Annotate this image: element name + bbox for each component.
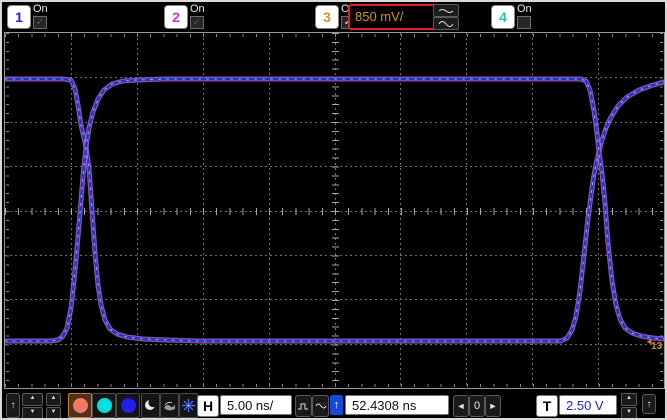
red-color-button[interactable] — [68, 393, 92, 418]
vertical-spinner-small: ▲ ▼ — [46, 393, 61, 418]
delay-decrement-button[interactable]: ◄ — [453, 395, 469, 417]
channel-1-on-label: On — [33, 3, 48, 15]
scale-increase-button[interactable] — [433, 17, 459, 30]
spin-up-button[interactable]: ▲ — [22, 393, 43, 406]
moon-icon — [145, 399, 157, 410]
trigger-level-spinner: ▲ ▼ — [621, 393, 637, 418]
sine-waveform-button[interactable] — [312, 395, 329, 417]
trigger-menu-button[interactable]: T — [536, 395, 558, 417]
channel-2-on-label: On — [190, 3, 205, 15]
cyan-circle-icon — [96, 398, 112, 413]
backlight-button[interactable] — [179, 393, 198, 418]
trace-low-to-high — [5, 76, 664, 344]
bottom-left-arrow-button[interactable]: ↑ — [6, 393, 20, 418]
vertical-spinner-large: ▲ ▼ — [22, 393, 43, 418]
delay-increment-button[interactable]: ► — [485, 395, 501, 417]
trigger-slope-button[interactable]: ↑ — [642, 394, 656, 414]
delay-zero-button[interactable]: 0 — [469, 395, 485, 417]
spin-down-button-2[interactable]: ▼ — [46, 407, 61, 418]
waveform-display: ◄ 13 — [4, 32, 665, 389]
channel-1-checkbox[interactable]: ✓ — [33, 16, 47, 29]
trigger-level-up-button[interactable]: ▲ — [621, 393, 637, 406]
sine-icon — [315, 403, 326, 409]
time-reference-marker: ↑ — [330, 395, 343, 415]
trace-low-to-high — [5, 78, 664, 342]
pulse-icon — [298, 403, 308, 409]
channel-4-on-label: On — [517, 3, 532, 15]
trace-high-to-low — [5, 78, 664, 342]
channel-2-badge[interactable]: 2 — [164, 5, 188, 29]
trace-low-to-high — [5, 77, 664, 343]
display-mode-button[interactable] — [141, 393, 160, 418]
channel-3-scale-field[interactable]: 850 mV/ — [348, 4, 439, 30]
delay-field[interactable]: 52.4308 ns — [345, 395, 449, 415]
trace-high-to-low — [5, 76, 664, 344]
channel-2-checkbox[interactable]: ✓ — [190, 16, 204, 29]
gray-waves-icon — [164, 401, 175, 410]
horizontal-menu-button[interactable]: H — [197, 395, 219, 417]
color-grade-button[interactable] — [160, 393, 179, 418]
red-circle-icon — [72, 398, 88, 413]
blue-color-button[interactable] — [116, 393, 140, 418]
zoom-waveform-button[interactable] — [295, 395, 312, 417]
trigger-level-down-button[interactable]: ▼ — [621, 407, 637, 418]
spin-up-button-2[interactable]: ▲ — [46, 393, 61, 406]
marker-label: 13 — [651, 341, 663, 352]
channel-toolbar: 1 On ✓ 2 On ✓ 3 On ✓ 850 mV/ 4 On ✓ — [2, 2, 665, 31]
trace-high-to-low — [5, 77, 664, 343]
spin-down-button[interactable]: ▼ — [22, 407, 43, 418]
waveform-traces — [5, 76, 664, 344]
oscilloscope-screen: 1 On ✓ 2 On ✓ 3 On ✓ 850 mV/ 4 On ✓ — [0, 0, 667, 420]
large-sine-icon — [438, 20, 454, 27]
channel-4-badge[interactable]: 4 — [491, 5, 515, 29]
control-toolbar: ↑ ▲ ▼ ▲ ▼ H 5.00 ns/ ↑ 52.4308 ns ◄ 0 ► … — [4, 391, 663, 418]
channel-3-badge[interactable]: 3 — [315, 5, 339, 29]
small-sine-icon — [438, 8, 454, 13]
trigger-level-field[interactable]: 2.50 V — [559, 395, 617, 415]
blue-circle-icon — [120, 398, 136, 413]
scale-decrease-button[interactable] — [433, 4, 459, 17]
cyan-color-button[interactable] — [92, 393, 116, 418]
time-per-div-field[interactable]: 5.00 ns/ — [220, 395, 292, 415]
channel-1-badge[interactable]: 1 — [7, 5, 31, 29]
brightness-icon — [182, 399, 195, 412]
trigger-marker-13[interactable]: ◄ 13 — [645, 333, 663, 355]
channel-4-checkbox[interactable]: ✓ — [517, 16, 531, 29]
